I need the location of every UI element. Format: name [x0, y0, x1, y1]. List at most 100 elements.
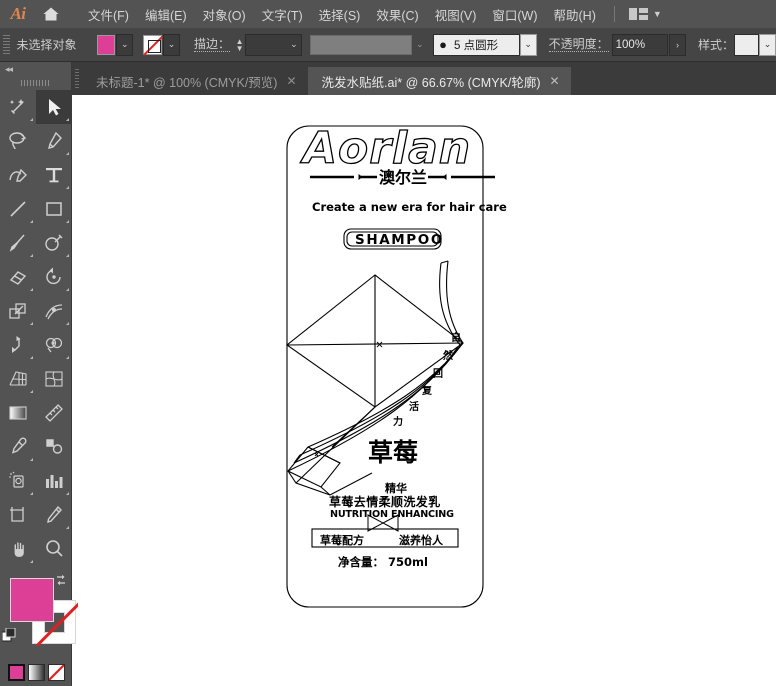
style-label: 样式： — [698, 38, 735, 52]
illustrator-window: Ai 文件(F) 编辑(E) 对象(O) 文字(T) 选择(S) 效果(C) 视… — [0, 0, 776, 686]
menu-object[interactable]: 对象(O) — [195, 1, 254, 28]
magic-wand-tool[interactable] — [0, 90, 36, 124]
flyout-indicator — [66, 492, 69, 495]
artboard-shampoo-label[interactable]: Aorlan 澳尔兰 Create a new era for hair car… — [72, 95, 776, 686]
chevron-down-icon: ⌄ — [524, 39, 532, 49]
type-tool[interactable] — [36, 158, 72, 192]
brush-value: 5 点圆形 — [454, 39, 499, 52]
column-graph-tool[interactable] — [36, 464, 72, 498]
opacity-field[interactable]: 100% — [611, 33, 669, 56]
line-segment-tool[interactable] — [0, 192, 36, 226]
stroke-profile-field[interactable] — [309, 34, 413, 55]
close-icon[interactable]: ✕ — [286, 74, 296, 88]
free-transform-tool[interactable] — [0, 328, 36, 362]
chevron-down-icon: ⌄ — [167, 39, 176, 49]
opacity-value: 100% — [615, 38, 646, 51]
symbol-sprayer-tool[interactable] — [0, 464, 36, 498]
menu-divider — [613, 6, 615, 22]
gradient-mode-button[interactable] — [28, 664, 45, 681]
tab-shampoo-label[interactable]: 洗发水贴纸.ai* @ 66.67% (CMYK/轮廓) ✕ — [307, 67, 571, 95]
blend-tool[interactable] — [36, 396, 72, 430]
paintbrush-tool[interactable] — [0, 226, 36, 260]
menu-window[interactable]: 窗口(W) — [484, 1, 545, 28]
menu-file[interactable]: 文件(F) — [80, 1, 137, 28]
opacity-options-button[interactable]: › — [669, 33, 686, 56]
hand-tool[interactable] — [0, 532, 36, 566]
pen-tool[interactable] — [36, 124, 72, 158]
flyout-indicator — [66, 526, 69, 529]
blend-shapes-tool[interactable] — [36, 430, 72, 464]
artwork-badge-right: 滋养怡人 — [399, 534, 443, 547]
artwork-product-type: SHAMPOO — [355, 232, 444, 248]
scale-tool[interactable] — [0, 294, 36, 328]
collapse-panel-icon[interactable]: ◂◂ — [0, 62, 71, 76]
mesh-tool[interactable] — [36, 362, 72, 396]
rectangle-tool[interactable] — [36, 192, 72, 226]
close-icon[interactable]: ✕ — [550, 74, 560, 88]
label-outline-shape — [286, 125, 484, 608]
opacity-label[interactable]: 不透明度： — [548, 38, 609, 52]
fill-color-box[interactable] — [10, 578, 54, 622]
document-canvas[interactable]: Aorlan 澳尔兰 Create a new era for hair car… — [72, 95, 776, 686]
stroke-profile-dropdown[interactable]: ⌄ — [412, 39, 427, 50]
graphic-style-swatch[interactable] — [734, 33, 760, 56]
chevron-down-icon: ⌄ — [415, 39, 424, 49]
flyout-indicator — [30, 118, 33, 121]
tab-untitled-1[interactable]: 未标题-1* @ 100% (CMYK/预览) ✕ — [82, 67, 308, 95]
control-bar-grip[interactable] — [3, 34, 11, 55]
gradient-tool[interactable] — [0, 396, 36, 430]
rotate-tool[interactable] — [36, 260, 72, 294]
none-mode-button[interactable] — [48, 664, 65, 681]
artwork-tagline: Create a new era for hair care — [312, 200, 507, 214]
zoom-tool[interactable] — [36, 532, 72, 566]
brush-definition-dropdown[interactable]: ⌄ — [519, 33, 537, 56]
tab-label: 洗发水贴纸.ai* @ 66.67% (CMYK/轮廓) — [321, 75, 541, 90]
menu-view[interactable]: 视图(V) — [427, 1, 485, 28]
arrange-documents-icon[interactable]: ▼ — [625, 4, 666, 24]
artwork-vertical-text-2: 回 — [433, 369, 443, 380]
stroke-weight-label[interactable]: 描边： — [193, 38, 230, 52]
brush-definition-field[interactable]: ● 5 点圆形 — [433, 33, 520, 56]
shaper-tool[interactable] — [36, 226, 72, 260]
home-icon[interactable] — [36, 0, 66, 28]
artboard-tool[interactable] — [0, 498, 36, 532]
menu-type[interactable]: 文字(T) — [254, 1, 311, 28]
fill-color-swatch[interactable] — [96, 34, 116, 55]
chevron-down-icon: ▼ — [652, 9, 662, 19]
width-tool[interactable] — [36, 294, 72, 328]
menu-edit[interactable]: 编辑(E) — [137, 1, 195, 28]
graphic-style-dropdown[interactable]: ⌄ — [759, 33, 776, 56]
shape-builder-tool[interactable] — [36, 328, 72, 362]
eraser-tool[interactable] — [0, 260, 36, 294]
tab-bar-grip[interactable] — [72, 62, 82, 95]
stroke-weight-stepper[interactable]: ▲ ▼ — [234, 34, 245, 56]
artwork-vertical-text-5: 力 — [393, 417, 403, 428]
fill-color-dropdown[interactable]: ⌄ — [116, 33, 134, 56]
tools-panel-grip[interactable] — [0, 76, 71, 90]
app-logo: Ai — [10, 4, 26, 23]
chevron-down-icon: ⌄ — [763, 39, 772, 49]
eyedropper-tool[interactable] — [0, 430, 36, 464]
menu-select[interactable]: 选择(S) — [311, 1, 369, 28]
menu-help[interactable]: 帮助(H) — [546, 1, 604, 28]
color-mode-button[interactable] — [8, 664, 25, 681]
curvature-tool[interactable] — [0, 158, 36, 192]
flyout-indicator — [30, 288, 33, 291]
stroke-color-dropdown[interactable]: ⌄ — [163, 33, 180, 56]
artwork-brand-cn: 澳尔兰 — [379, 168, 428, 187]
lasso-tool[interactable] — [0, 124, 36, 158]
chevron-down-icon: ⌄ — [290, 39, 298, 49]
selection-tool[interactable] — [36, 90, 72, 124]
menu-effect[interactable]: 效果(C) — [368, 1, 426, 28]
default-fill-stroke-icon[interactable] — [1, 627, 16, 642]
swap-fill-stroke-icon[interactable] — [54, 573, 68, 587]
document-tab-bar: 未标题-1* @ 100% (CMYK/预览) ✕ 洗发水贴纸.ai* @ 66… — [0, 62, 776, 95]
flyout-indicator — [66, 254, 69, 257]
flyout-indicator — [30, 458, 33, 461]
stroke-color-swatch[interactable] — [143, 34, 163, 55]
perspective-grid-tool[interactable] — [0, 362, 36, 396]
stroke-weight-field[interactable]: ⌄ — [245, 33, 302, 56]
flyout-indicator — [66, 220, 69, 223]
artwork-vertical-text-1: 然 — [443, 351, 453, 362]
slice-tool[interactable] — [36, 498, 72, 532]
